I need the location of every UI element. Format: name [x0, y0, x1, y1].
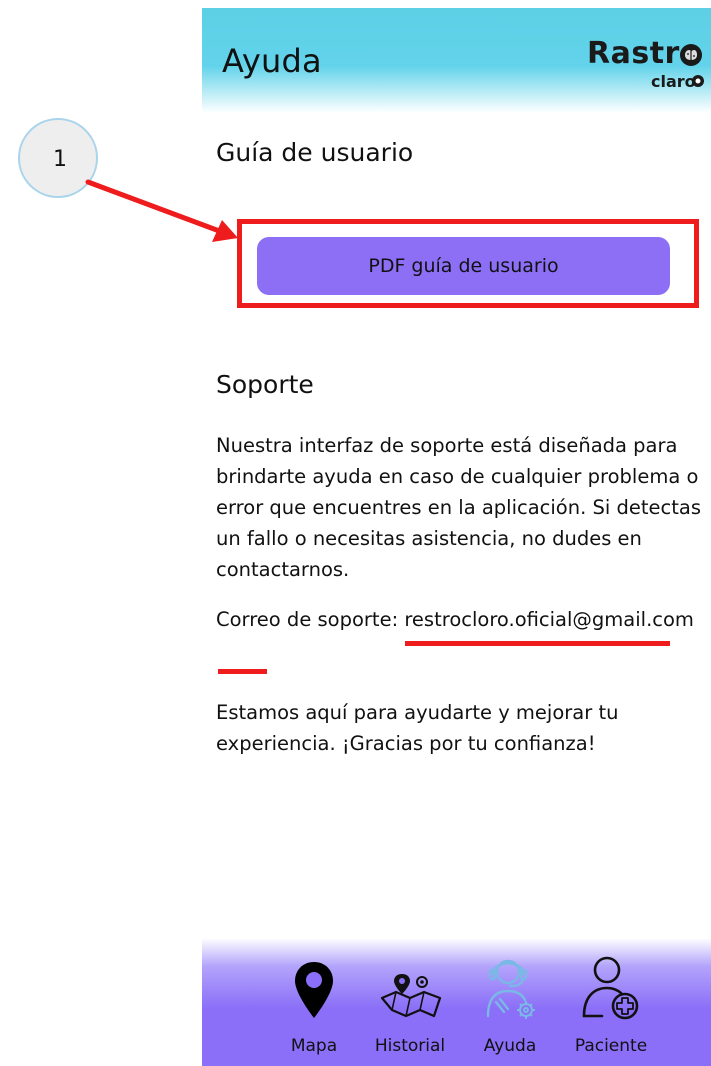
nav-item-mapa[interactable]: Mapa — [274, 938, 354, 1066]
add-patient-icon — [582, 956, 639, 1020]
brain-pin-icon — [680, 44, 702, 66]
nav-label-paciente: Paciente — [574, 1036, 648, 1056]
nav-label-historial: Historial — [374, 1036, 446, 1056]
guide-section-title: Guía de usuario — [216, 138, 414, 167]
app-header: Ayuda Rastr claro — [202, 8, 711, 113]
email-underline-2 — [218, 669, 267, 674]
pdf-button-highlight-box — [237, 219, 699, 308]
support-agent-icon — [486, 959, 535, 1019]
support-email-link[interactable]: restrocloro.oficial@gmail.com — [404, 608, 694, 631]
support-email-line: Correo de soporte: restrocloro.oficial@g… — [216, 604, 706, 635]
nav-item-paciente[interactable]: Paciente — [566, 938, 656, 1066]
support-description: Nuestra interfaz de soporte está diseñad… — [216, 434, 701, 581]
nav-label-mapa: Mapa — [290, 1036, 338, 1056]
map-pin-icon — [295, 962, 333, 1018]
bottom-navigation: Mapa Historial Ayuda Paciente — [202, 938, 711, 1066]
nav-label-ayuda: Ayuda — [483, 1036, 537, 1056]
pin-dot-icon — [692, 75, 704, 87]
nav-item-ayuda[interactable]: Ayuda — [470, 938, 550, 1066]
support-section-title: Soporte — [216, 370, 314, 399]
app-logo: Rastr claro — [587, 36, 711, 98]
logo-wordmark: Rastr — [587, 36, 680, 71]
step-number: 1 — [53, 147, 67, 172]
logo-subtitle: claro — [651, 72, 696, 91]
support-email-label: Correo de soporte: — [216, 608, 405, 631]
nav-item-historial[interactable]: Historial — [368, 938, 452, 1066]
app-screen: Ayuda Rastr claro Guía de usuario PDF gu… — [202, 8, 711, 1066]
email-underline-1 — [405, 641, 670, 646]
step-number-callout: 1 — [18, 118, 98, 198]
support-thanks-text: Estamos aquí para ayudarte y mejorar tu … — [216, 701, 619, 755]
page-title: Ayuda — [222, 42, 322, 80]
history-map-icon — [380, 974, 442, 1018]
